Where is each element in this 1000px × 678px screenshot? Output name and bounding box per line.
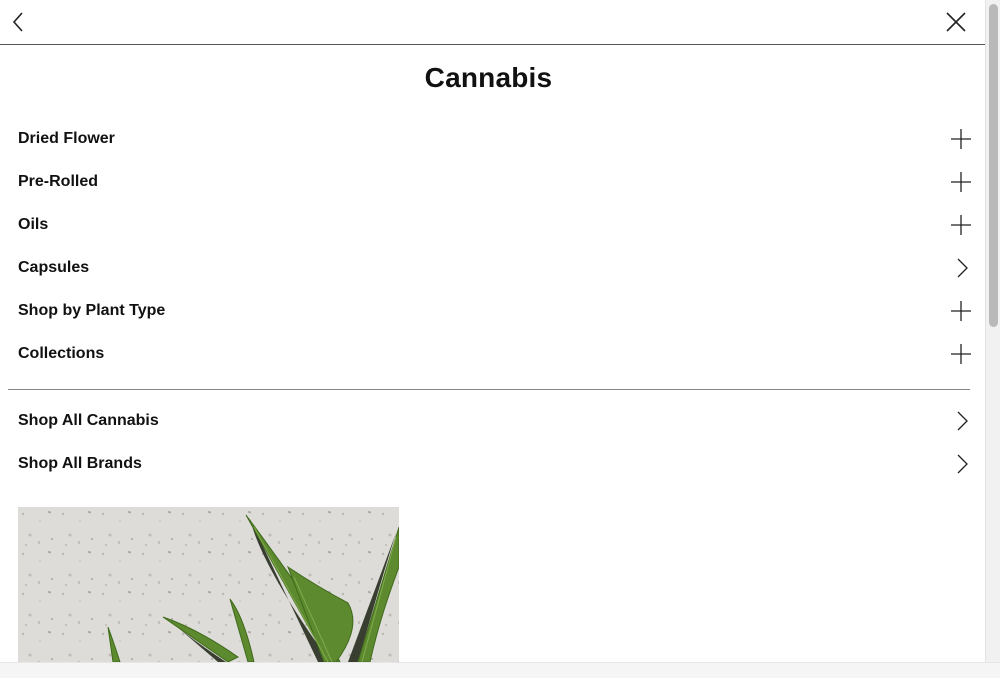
menu-item-oils[interactable]: Oils — [0, 204, 985, 247]
menu-item-label: Collections — [18, 345, 105, 362]
page-title: Cannabis — [424, 62, 553, 93]
category-menu: Dried Flower Pre-Rolled Oils Capsules Sh… — [0, 118, 985, 376]
menu-item-shop-all-cannabis[interactable]: Shop All Cannabis — [0, 400, 985, 443]
menu-item-label: Dried Flower — [18, 130, 115, 147]
chevron-left-icon[interactable] — [6, 10, 30, 34]
chevron-right-icon[interactable] — [950, 453, 972, 475]
promo-image[interactable] — [18, 507, 399, 662]
cannabis-leaf-image — [18, 507, 399, 662]
scrollbar-thumb[interactable] — [989, 4, 998, 327]
close-icon[interactable] — [944, 10, 968, 34]
menu-item-label: Pre-Rolled — [18, 173, 99, 190]
top-bar — [0, 0, 985, 45]
menu-item-shop-by-plant-type[interactable]: Shop by Plant Type — [0, 290, 985, 333]
menu-item-label: Oils — [18, 216, 49, 233]
plus-icon[interactable] — [950, 343, 972, 365]
section-divider — [8, 389, 970, 390]
menu-item-dried-flower[interactable]: Dried Flower — [0, 118, 985, 161]
menu-item-pre-rolled[interactable]: Pre-Rolled — [0, 161, 985, 204]
menu-item-collections[interactable]: Collections — [0, 333, 985, 376]
shop-all-links: Shop All Cannabis Shop All Brands — [0, 400, 985, 486]
menu-item-label: Capsules — [18, 259, 90, 276]
chevron-right-icon[interactable] — [950, 410, 972, 432]
menu-item-label: Shop by Plant Type — [18, 302, 166, 319]
plus-icon[interactable] — [950, 128, 972, 150]
plus-icon[interactable] — [950, 214, 972, 236]
menu-item-label: Shop All Cannabis — [18, 412, 159, 429]
chevron-right-icon[interactable] — [950, 257, 972, 279]
plus-icon[interactable] — [950, 300, 972, 322]
horizontal-scroll-area — [0, 662, 1000, 678]
plus-icon[interactable] — [950, 171, 972, 193]
scrollbar[interactable] — [985, 0, 1000, 662]
menu-item-label: Shop All Brands — [18, 455, 142, 472]
menu-item-capsules[interactable]: Capsules — [0, 247, 985, 290]
menu-item-shop-all-brands[interactable]: Shop All Brands — [0, 443, 985, 486]
